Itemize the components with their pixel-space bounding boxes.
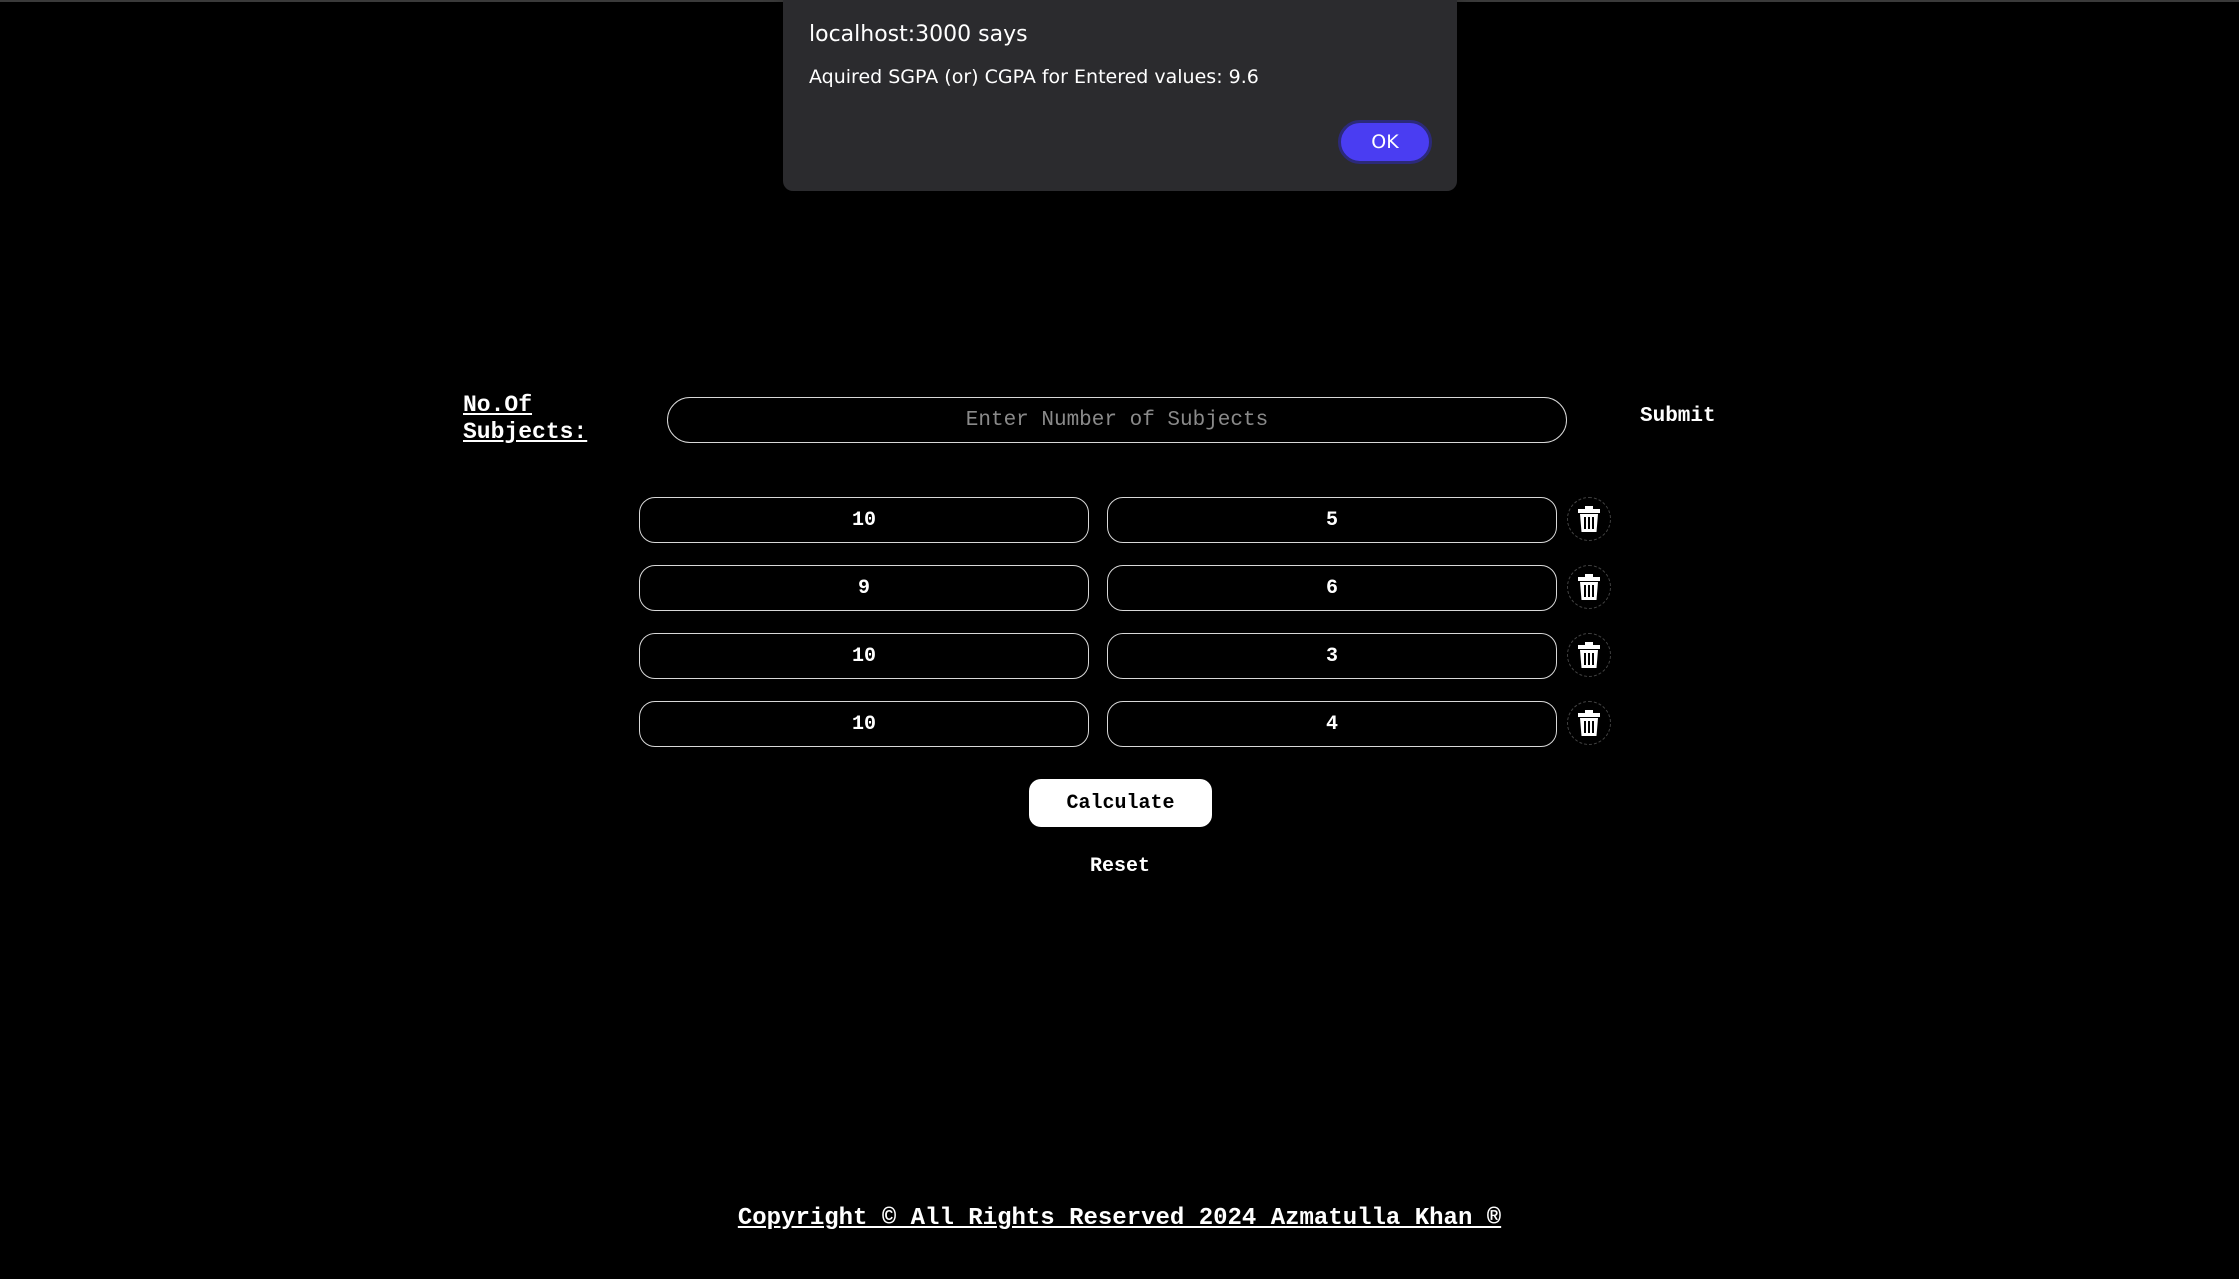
grade-input[interactable] (639, 633, 1089, 679)
alert-message: Aquired SGPA (or) CGPA for Entered value… (809, 66, 1259, 88)
delete-row-button[interactable] (1567, 497, 1611, 541)
subject-row (639, 633, 1611, 679)
reset-button[interactable]: Reset (1070, 855, 1170, 878)
subject-row (639, 701, 1611, 747)
calculate-button[interactable]: Calculate (1029, 779, 1212, 827)
trash-icon (1578, 506, 1600, 532)
alert-title: localhost:3000 says (809, 22, 1028, 47)
credits-input[interactable] (1107, 701, 1557, 747)
trash-icon (1578, 642, 1600, 668)
alert-ok-button[interactable]: OK (1338, 120, 1432, 164)
grade-input[interactable] (639, 497, 1089, 543)
credits-input[interactable] (1107, 633, 1557, 679)
delete-row-button[interactable] (1567, 701, 1611, 745)
subject-row (639, 565, 1611, 611)
submit-button[interactable]: Submit (1640, 405, 1716, 428)
credits-input[interactable] (1107, 565, 1557, 611)
subjects-count-input[interactable] (667, 397, 1567, 443)
subjects-label: No.Of Subjects: (463, 392, 588, 445)
grade-input[interactable] (639, 565, 1089, 611)
trash-icon (1578, 574, 1600, 600)
trash-icon (1578, 710, 1600, 736)
alert-dialog: localhost:3000 says Aquired SGPA (or) CG… (783, 0, 1457, 191)
credits-input[interactable] (1107, 497, 1557, 543)
grade-input[interactable] (639, 701, 1089, 747)
footer-copyright: Copyright © All Rights Reserved 2024 Azm… (737, 1205, 1502, 1232)
delete-row-button[interactable] (1567, 633, 1611, 677)
delete-row-button[interactable] (1567, 565, 1611, 609)
subject-row (639, 497, 1611, 543)
